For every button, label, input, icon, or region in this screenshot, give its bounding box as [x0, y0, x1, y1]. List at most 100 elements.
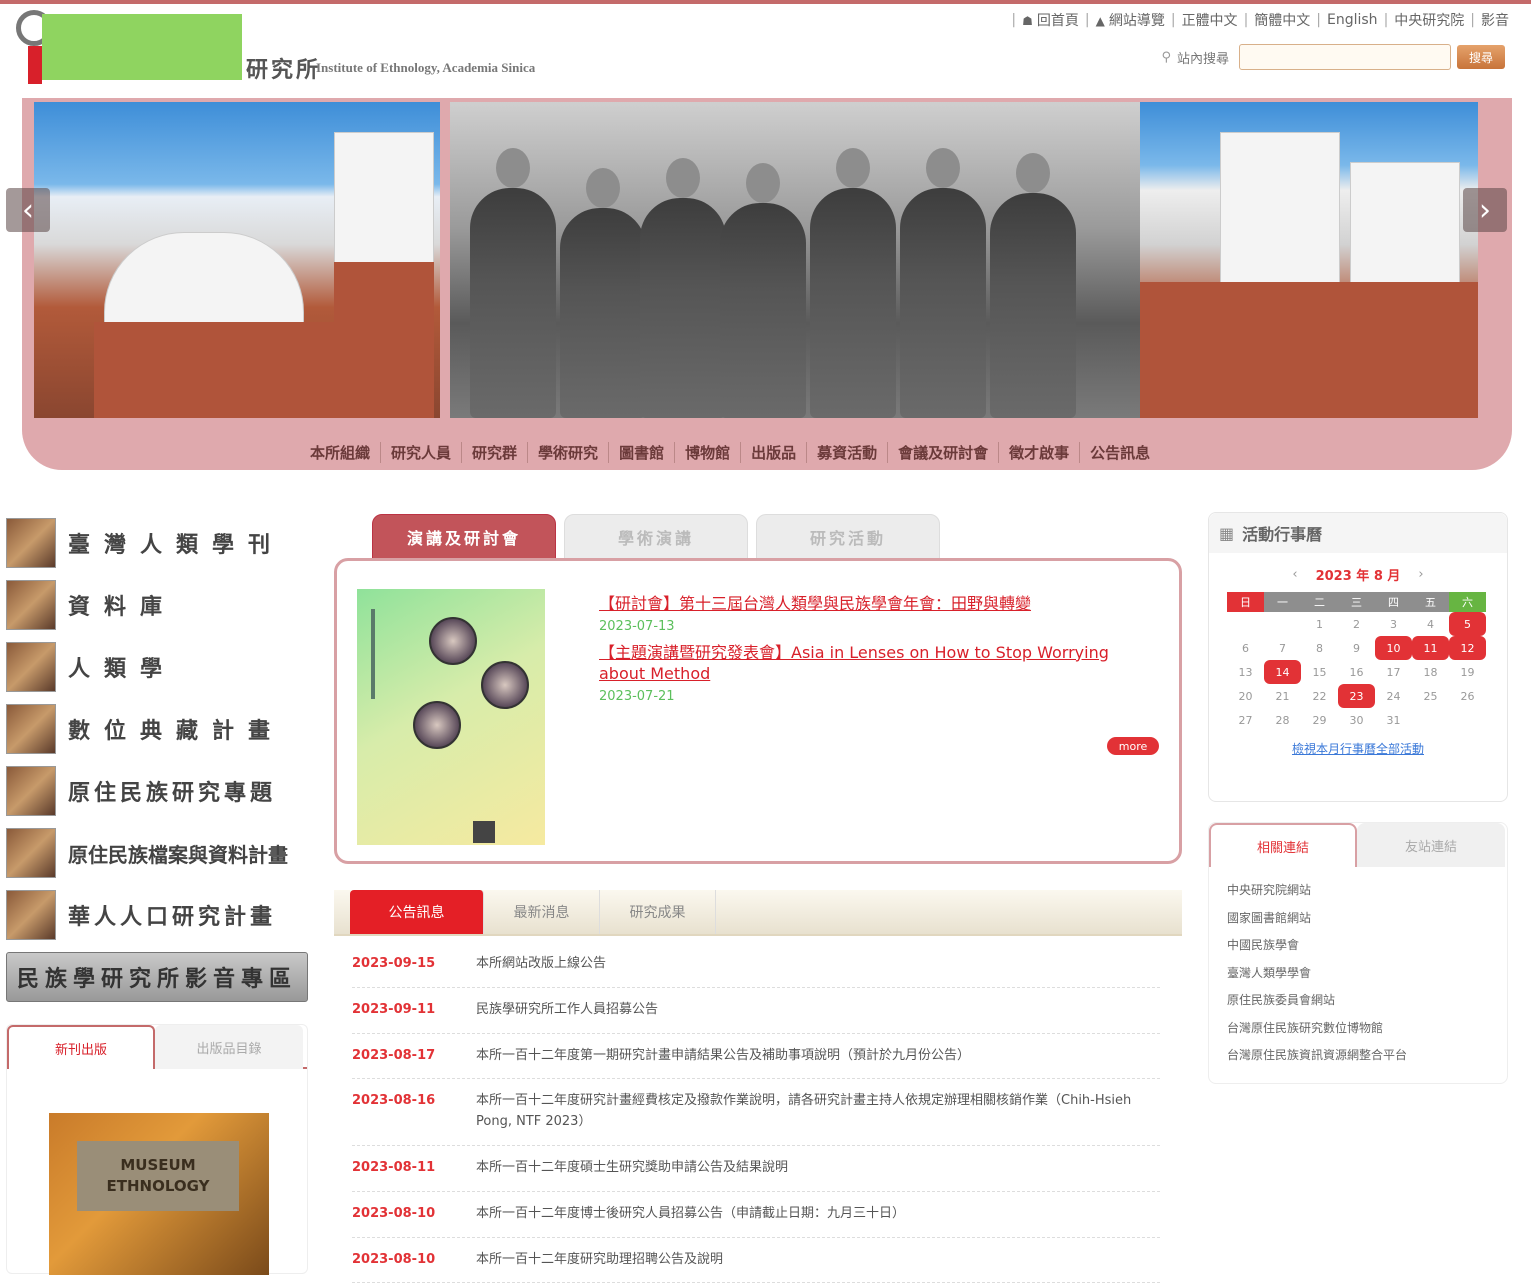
sidebar-thumbnail: [6, 828, 56, 878]
tab-announcements[interactable]: 公告訊息: [350, 890, 484, 934]
news-item[interactable]: 2023-08-10 本所一百十二年度研究助理招聘公告及說明: [352, 1238, 1160, 1283]
calendar-day[interactable]: 4: [1412, 612, 1449, 636]
sidebar-link[interactable]: 臺灣人類學刊: [6, 512, 308, 574]
calendar-day: [1264, 612, 1301, 636]
calendar-day[interactable]: 21: [1264, 684, 1301, 708]
news-item[interactable]: 2023-08-16 本所一百十二年度研究計畫經費核定及撥款作業說明，請各研究計畫…: [352, 1079, 1160, 1146]
calendar-day[interactable]: 29: [1301, 708, 1338, 732]
related-link[interactable]: 原住民族委員會網站: [1227, 987, 1507, 1015]
top-nav-english[interactable]: English: [1327, 12, 1378, 28]
related-link[interactable]: 台灣原住民族資訊資源網整合平台: [1227, 1042, 1507, 1070]
sidebar-link[interactable]: 資料庫: [6, 574, 308, 636]
sidebar-link[interactable]: 華人人口研究計畫: [6, 884, 308, 946]
calendar-day-event[interactable]: 12: [1449, 636, 1486, 660]
related-link[interactable]: 臺灣人類學學會: [1227, 960, 1507, 988]
sidebar-link[interactable]: 原住民族檔案與資料計畫: [6, 822, 308, 884]
calendar-day[interactable]: 15: [1301, 660, 1338, 684]
tab-publication-catalog[interactable]: 出版品目錄: [155, 1025, 303, 1069]
announcement-title[interactable]: 【主題演講暨研究發表會】Asia in Lenses on How to Sto…: [599, 642, 1119, 685]
calendar-day-event[interactable]: 23: [1338, 684, 1375, 708]
top-nav-traditional[interactable]: 正體中文: [1182, 10, 1238, 30]
banner-next-button[interactable]: ›: [1463, 188, 1507, 232]
search-button[interactable]: 搜尋: [1457, 45, 1505, 69]
top-nav-academia-sinica[interactable]: 中央研究院: [1394, 10, 1464, 30]
main-nav-item[interactable]: 公告訊息: [1080, 442, 1160, 463]
related-link[interactable]: 國家圖書館網站: [1227, 905, 1507, 933]
top-nav-media[interactable]: 影音: [1481, 10, 1509, 30]
main-nav-item[interactable]: 圖書館: [609, 442, 676, 463]
news-item[interactable]: 2023-08-10 本所一百十二年度博士後研究人員招募公告（申請截止日期：九月三…: [352, 1192, 1160, 1238]
calendar-day[interactable]: 27: [1227, 708, 1264, 732]
main-nav-item[interactable]: 徵才啟事: [999, 442, 1081, 463]
calendar-day[interactable]: 31: [1375, 708, 1412, 732]
sidebar-thumbnail: [6, 890, 56, 940]
tab-lectures[interactable]: 學術演講: [564, 514, 748, 560]
calendar-prev-button[interactable]: ‹: [1292, 567, 1297, 582]
calendar-day[interactable]: 6: [1227, 636, 1264, 660]
calendar-day[interactable]: 13: [1227, 660, 1264, 684]
calendar-day-event[interactable]: 5: [1449, 612, 1486, 636]
banner-prev-button[interactable]: ‹: [6, 188, 50, 232]
calendar-day[interactable]: 20: [1227, 684, 1264, 708]
related-link[interactable]: 中央研究院網站: [1227, 877, 1507, 905]
related-link[interactable]: 中國民族學會: [1227, 932, 1507, 960]
calendar-day[interactable]: 24: [1375, 684, 1412, 708]
calendar-day-event[interactable]: 11: [1412, 636, 1449, 660]
calendar-day[interactable]: 25: [1412, 684, 1449, 708]
calendar-day[interactable]: 22: [1301, 684, 1338, 708]
weekday-header: 一: [1264, 592, 1301, 612]
calendar-day-event[interactable]: 10: [1375, 636, 1412, 660]
calendar-next-button[interactable]: ›: [1418, 567, 1423, 582]
more-button[interactable]: more: [1107, 737, 1159, 755]
top-nav-sitemap[interactable]: ▲ 網站導覽: [1096, 10, 1165, 30]
sidebar-link[interactable]: 人類學: [6, 636, 308, 698]
main-nav-item[interactable]: 研究群: [462, 442, 529, 463]
chevron-left-icon: ‹: [22, 192, 34, 228]
calendar-day[interactable]: 3: [1375, 612, 1412, 636]
media-zone-banner[interactable]: 民族學研究所影音專區: [6, 952, 308, 1002]
tab-related-links[interactable]: 相關連結: [1209, 823, 1357, 867]
related-link[interactable]: 台灣原住民族研究數位博物館: [1227, 1015, 1507, 1043]
main-nav-item[interactable]: 學術研究: [528, 442, 610, 463]
calendar-day[interactable]: 19: [1449, 660, 1486, 684]
news-item[interactable]: 2023-08-11 本所一百十二年度碩士生研究獎助申請公告及結果說明: [352, 1146, 1160, 1192]
calendar-day[interactable]: 7: [1264, 636, 1301, 660]
news-item[interactable]: 2023-09-11 民族學研究所工作人員招募公告: [352, 988, 1160, 1034]
tab-research-activities[interactable]: 研究活動: [756, 514, 940, 560]
tab-new-publications[interactable]: 新刊出版: [7, 1025, 155, 1069]
main-nav-item[interactable]: 會議及研討會: [888, 442, 1000, 463]
site-logo[interactable]: 研究所 Institute of Ethnology, Academia Sin…: [14, 8, 614, 90]
calendar-day[interactable]: 16: [1338, 660, 1375, 684]
announcement-title[interactable]: 【研討會】第十三屆台灣人類學與民族學會年會：田野與轉變: [599, 593, 1119, 615]
news-item[interactable]: 2023-09-15 本所網站改版上線公告: [352, 942, 1160, 988]
sidebar-link[interactable]: 原住民族研究專題: [6, 760, 308, 822]
main-nav-item[interactable]: 本所組織: [300, 442, 382, 463]
search-input[interactable]: [1239, 44, 1451, 70]
main-nav-item[interactable]: 募資活動: [807, 442, 889, 463]
calendar-day[interactable]: 28: [1264, 708, 1301, 732]
top-nav-simplified[interactable]: 簡體中文: [1254, 10, 1310, 30]
tab-latest-news[interactable]: 最新消息: [484, 890, 600, 934]
calendar-day[interactable]: 26: [1449, 684, 1486, 708]
calendar-month-link[interactable]: 檢視本月行事曆全部活動: [1209, 740, 1507, 757]
calendar-day[interactable]: 18: [1412, 660, 1449, 684]
tab-conferences[interactable]: 演講及研討會: [372, 514, 556, 560]
main-nav-item[interactable]: 博物館: [675, 442, 742, 463]
calendar-day-event[interactable]: 14: [1264, 660, 1301, 684]
tab-friend-links[interactable]: 友站連結: [1357, 823, 1505, 867]
calendar-day[interactable]: 17: [1375, 660, 1412, 684]
calendar-day[interactable]: 9: [1338, 636, 1375, 660]
calendar-day[interactable]: 8: [1301, 636, 1338, 660]
tab-research-results[interactable]: 研究成果: [600, 890, 716, 934]
news-item[interactable]: 2023-08-17 本所一百十二年度第一期研究計畫申請結果公告及補助事項說明（預…: [352, 1034, 1160, 1080]
sidebar-link[interactable]: 數位典藏計畫: [6, 698, 308, 760]
book-cover[interactable]: MUSEUM ETHNOLOGY: [49, 1113, 269, 1275]
event-poster[interactable]: [357, 589, 545, 845]
calendar-day[interactable]: 1: [1301, 612, 1338, 636]
calendar-day[interactable]: 2: [1338, 612, 1375, 636]
left-sidebar: 臺灣人類學刊 資料庫 人類學 數位典藏計畫 原住民族研究專題 原住民族檔案與資料…: [6, 512, 308, 1002]
main-nav-item[interactable]: 研究人員: [381, 442, 463, 463]
top-nav-home[interactable]: ☗ 回首頁: [1022, 10, 1079, 30]
calendar-day[interactable]: 30: [1338, 708, 1375, 732]
main-nav-item[interactable]: 出版品: [741, 442, 808, 463]
